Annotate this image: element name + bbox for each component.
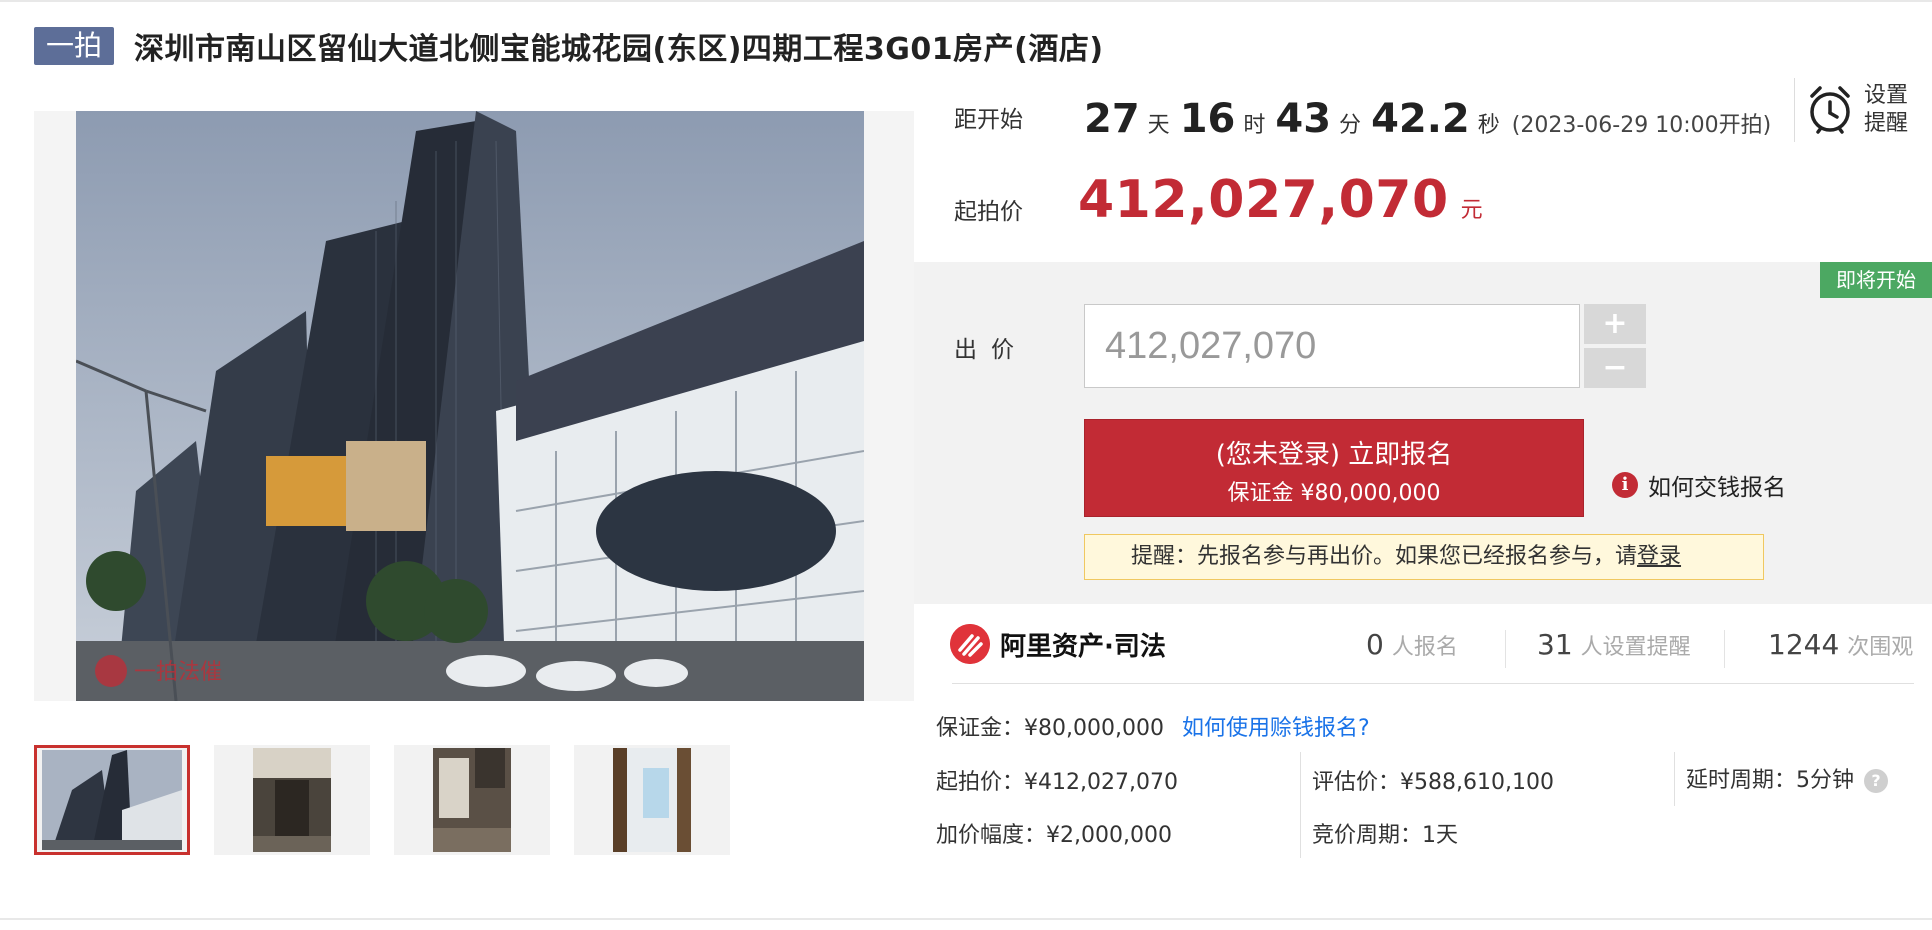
stat-views: 1244 次围观 [1768,628,1913,661]
detail-divider [1300,752,1301,858]
countdown-label: 距开始 [954,107,1023,133]
stats-divider [952,683,1914,684]
brand-name: 阿里资产·司法 [1000,631,1166,662]
set-reminder-line1: 设置 [1864,83,1909,108]
signup-button-label: (您未登录) 立即报名 [1215,440,1453,470]
start-price-label: 起拍价 [954,199,1023,225]
main-image-container: 一拍法催 [34,111,914,701]
info-icon: i [1612,472,1638,498]
login-link[interactable]: 登录 [1637,544,1681,569]
detail-divider [1674,752,1675,806]
set-reminder-line2: 提醒 [1864,111,1909,136]
increase-bid-button[interactable]: + [1584,304,1646,344]
thumbnail-3[interactable] [394,745,550,855]
start-price-detail: 起拍价：¥412,027,070 [936,770,1178,795]
start-price-value: 412,027,070 [1078,170,1449,230]
start-price: 412,027,070 元 [1078,170,1483,230]
countdown-hours: 16 [1179,96,1236,142]
stat-value: 0 [1366,628,1384,661]
stat-registrations: 0 人报名 [1366,628,1458,661]
notice-text: 提醒：先报名参与再出价。如果您已经报名参与，请 [1131,544,1638,569]
signup-deposit-label: 保证金 ¥80,000,000 [1227,481,1441,506]
image-watermark: 一拍法催 [134,659,222,684]
stat-value: 1244 [1768,628,1840,661]
stat-divider [1505,630,1506,668]
top-divider [0,0,1932,2]
thumbnail-strip [34,745,754,855]
main-property-image[interactable]: 一拍法催 [76,111,864,701]
appraisal-detail: 评估价：¥588,610,100 [1312,770,1554,795]
bid-panel: 即将开始 出价 + − (您未登录) 立即报名 保证金 ¥80,000,000 … [914,262,1932,604]
thumbnail-1[interactable] [34,745,190,855]
countdown-days-unit: 天 [1147,113,1170,138]
title-row: 一拍 深圳市南山区留仙大道北侧宝能城花园(东区)四期工程3G01房产(酒店) [34,24,1104,68]
bid-period-detail: 竞价周期：1天 [1312,823,1458,848]
status-badge: 即将开始 [1820,262,1932,298]
countdown-minutes-unit: 分 [1339,113,1362,138]
reminder-divider [1794,78,1795,142]
auction-start-time: (2023-06-29 10:00开拍) [1511,113,1772,138]
start-price-unit: 元 [1460,198,1483,223]
increment-detail: 加价幅度：¥2,000,000 [936,823,1172,848]
stat-value: 31 [1537,628,1573,661]
ali-assets-logo-icon [950,624,990,664]
stat-label: 次围观 [1847,635,1914,660]
countdown-seconds: 42.2 [1371,96,1470,142]
stat-label: 人设置提醒 [1580,635,1691,660]
decrease-bid-button[interactable]: − [1584,348,1646,388]
countdown-hours-unit: 时 [1243,113,1266,138]
set-reminder-label: 设置 提醒 [1864,82,1914,138]
bid-amount-input[interactable] [1084,304,1580,388]
countdown-days: 27 [1084,96,1140,142]
help-icon[interactable]: ? [1864,769,1888,793]
countdown-minutes: 43 [1275,96,1332,142]
how-to-pay-link[interactable]: i 如何交钱报名 [1612,468,1786,502]
signup-button[interactable]: (您未登录) 立即报名 保证金 ¥80,000,000 [1084,419,1584,517]
countdown-timer: 27 天 16 时 43 分 42.2 秒 (2023-06-29 10:00开… [1084,96,1771,142]
deposit-detail: 保证金：¥80,000,000 [936,716,1164,741]
set-reminder-button[interactable]: 设置 提醒 [1806,82,1914,138]
delay-period-detail: 延时周期：5分钟? [1686,762,1888,794]
countdown-seconds-unit: 秒 [1477,113,1500,138]
auction-round-tag: 一拍 [34,27,115,65]
bid-stepper: + − [1584,304,1646,388]
stat-reminders: 31 人设置提醒 [1537,628,1691,661]
bottom-divider [0,918,1932,920]
login-notice: 提醒：先报名参与再出价。如果您已经报名参与，请登录 [1084,534,1764,580]
stat-divider [1724,630,1725,668]
countdown-label-row: 距开始 [954,100,1023,134]
alarm-clock-icon [1810,86,1850,134]
how-to-pay-label: 如何交钱报名 [1648,475,1786,501]
thumbnail-2[interactable] [214,745,370,855]
bid-label: 出价 [954,337,1028,363]
deposit-help-link[interactable]: 如何使用赊钱报名? [1182,710,1370,742]
delay-period-text: 延时周期：5分钟 [1686,768,1854,793]
thumbnail-4[interactable] [574,745,730,855]
brand: 阿里资产·司法 [950,624,1166,664]
stat-label: 人报名 [1391,635,1458,660]
page-title: 深圳市南山区留仙大道北侧宝能城花园(东区)四期工程3G01房产(酒店) [134,32,1104,67]
